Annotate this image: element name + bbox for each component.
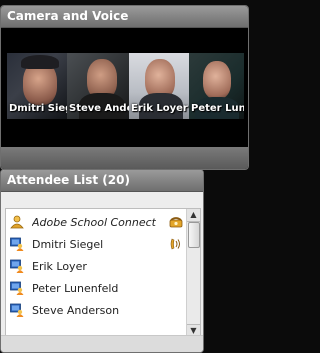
attendee-list-panel: Attendee List (20) Adobe School Connect [0,169,204,353]
attendee-name: Steve Anderson [32,303,120,317]
video-name: Steve Anderson [69,103,129,114]
scrollbar-thumb[interactable] [188,222,200,248]
camera-panel-title: Camera and Voice [1,6,248,28]
video-name: Peter Lunenfeld [191,103,244,114]
attendee-panel-footer [1,335,203,352]
speaking-phone-icon [169,237,183,251]
host-icon [10,215,24,229]
video-tile-erik[interactable]: Erik Loyer [129,53,189,119]
camera-panel-footer [1,147,248,169]
attendee-row[interactable]: Peter Lunenfeld [6,277,187,299]
attendee-panel-title: Attendee List (20) [1,170,203,192]
participant-icon [10,259,24,273]
participant-icon [10,303,24,317]
attendee-list[interactable]: Adobe School Connect Dmitri Siegel Erik … [5,208,201,338]
camera-and-voice-panel: Camera and Voice Dmitri Siegel Steve And… [0,5,249,170]
participant-icon [10,281,24,295]
attendee-row[interactable]: Dmitri Siegel [6,233,187,255]
attendee-name: Peter Lunenfeld [32,281,119,295]
attendee-row[interactable]: Erik Loyer [6,255,187,277]
scroll-up-arrow-icon[interactable]: ▲ [187,209,200,222]
attendee-name: Dmitri Siegel [32,237,104,251]
attendee-scrollbar[interactable]: ▲ ▼ [186,209,200,337]
video-name: Dmitri Siegel [9,103,67,114]
presenter-icon [10,237,24,251]
attendee-row[interactable]: Steve Anderson [6,299,187,321]
video-tile-dmitri[interactable]: Dmitri Siegel [7,53,67,119]
phone-icon [169,215,183,229]
attendee-name: Erik Loyer [32,259,87,273]
attendee-row[interactable]: Adobe School Connect [6,211,187,233]
attendee-name: Adobe School Connect [32,215,156,229]
video-tile-steve[interactable]: Steve Anderson [67,53,129,119]
video-name: Erik Loyer [131,103,188,114]
video-tile-peter[interactable]: Peter Lunenfeld [189,53,244,119]
video-strip: Dmitri Siegel Steve Anderson Erik Loyer … [7,53,244,119]
